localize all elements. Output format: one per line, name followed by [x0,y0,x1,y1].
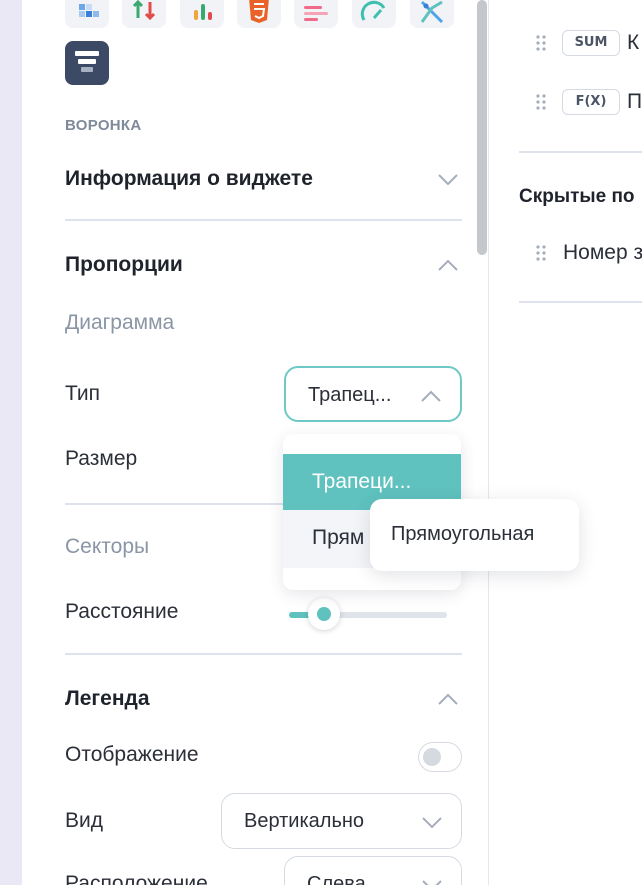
chevron-up-icon [421,390,441,402]
gauge-widget-icon[interactable] [352,0,396,28]
chevron-up-icon[interactable] [437,258,459,272]
chevron-up-icon[interactable] [437,692,459,706]
drag-handle-icon[interactable] [535,93,547,111]
kpi-bars-widget-icon[interactable] [180,0,224,28]
type-option-label: Трапеци... [312,470,412,493]
sectors-subtitle: Секторы [65,535,150,558]
diagram-subtitle: Диаграмма [65,311,175,334]
type-select[interactable]: Трапец... [284,366,462,422]
legend-title[interactable]: Легенда [65,687,150,711]
tooltip-text: Прямоугольная [391,523,535,545]
type-option-label: Прям [312,526,365,549]
divider [65,653,462,655]
hidden-fields-title: Скрытые по [519,186,635,207]
distance-label: Расстояние [65,600,179,623]
section-caption: ВОРОНКА [65,117,142,134]
divider [65,219,462,221]
widget-info-title[interactable]: Информация о виджете [65,167,313,191]
legend-position-select[interactable]: Слева [284,856,462,885]
chevron-down-icon [422,880,442,885]
size-label: Размер [65,447,138,470]
aggregation-tag[interactable]: SUM [562,30,620,56]
option-tooltip: Прямоугольная [370,499,579,571]
divider [65,503,285,505]
type-label: Тип [65,382,101,405]
chevron-down-icon [422,817,442,829]
divider [519,151,642,153]
chevron-down-icon[interactable] [437,172,459,186]
field-label: П [627,90,642,113]
legend-view-value: Вертикально [244,810,365,832]
function-tag[interactable]: F(X) [562,89,620,115]
view-label: Вид [65,809,103,832]
position-label: Расположение [65,872,208,885]
display-label: Отображение [65,743,199,766]
field-label: К [627,31,640,54]
left-sidebar-strip [0,0,22,885]
legend-view-select[interactable]: Вертикально [221,793,462,849]
distance-slider-handle[interactable] [307,598,340,630]
drag-handle-icon[interactable] [535,244,547,262]
legend-position-value: Слева [307,873,366,885]
scatter-widget-icon[interactable] [410,0,454,28]
drag-handle-icon[interactable] [535,34,547,52]
panel-divider [488,0,489,885]
html5-widget-icon[interactable] [237,0,281,28]
divider [519,301,642,303]
legend-display-toggle[interactable] [418,742,462,772]
hidden-field-label: Номер з [563,241,642,264]
funnel-widget-icon[interactable] [65,41,109,85]
heatmap-widget-icon[interactable] [65,0,109,28]
exchange-arrows-widget-icon[interactable] [122,0,166,28]
scrollbar-thumb[interactable] [477,0,487,255]
text-lines-widget-icon[interactable] [294,0,338,28]
proportions-title[interactable]: Пропорции [65,253,183,277]
type-select-value: Трапец... [308,384,392,406]
